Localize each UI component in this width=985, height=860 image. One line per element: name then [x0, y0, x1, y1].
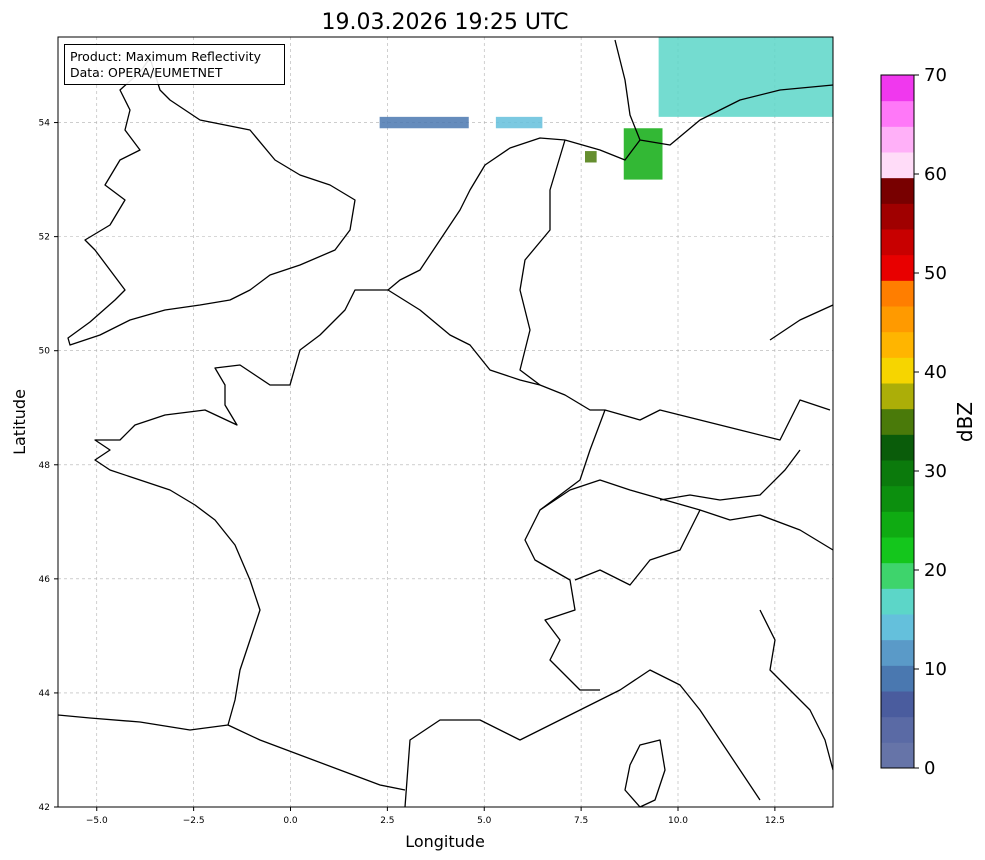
colorbar-swatch [881, 511, 914, 538]
colorbar-tick-label: 60 [924, 164, 947, 185]
colorbar-swatch [881, 665, 914, 692]
colorbar-swatch [881, 691, 914, 718]
radar-echo [658, 37, 833, 117]
x-tick-label: 10.0 [668, 816, 688, 826]
chart-title: 19.03.2026 19:25 UTC [322, 10, 569, 35]
x-tick-label: 12.5 [765, 816, 785, 826]
colorbar-tick-label: 70 [924, 65, 947, 86]
product-info-box: Product: Maximum Reflectivity Data: OPER… [64, 44, 285, 85]
product-info-line: Product: Maximum Reflectivity [70, 49, 262, 64]
colorbar-swatch [881, 152, 914, 179]
y-tick-label: 54 [39, 119, 51, 129]
colorbar-tick-label: 40 [924, 362, 947, 383]
map-background [58, 37, 833, 807]
radar-echo [585, 151, 597, 163]
colorbar-tick-label: 10 [924, 659, 947, 680]
colorbar-swatch [881, 75, 914, 102]
x-axis-label: Longitude [405, 832, 485, 851]
colorbar-swatch [881, 716, 914, 743]
colorbar-swatch [881, 639, 914, 666]
colorbar-ticks: 0 10 20 30 40 50 60 70 [914, 65, 947, 779]
colorbar-swatch [881, 126, 914, 153]
x-tick-label: 0.0 [283, 816, 298, 826]
colorbar-swatch [881, 408, 914, 435]
colorbar-swatch [881, 614, 914, 641]
x-tick-label: 7.5 [574, 816, 588, 826]
colorbar-tick-label: 30 [924, 461, 947, 482]
radar-echo [495, 116, 543, 129]
colorbar-swatch [881, 460, 914, 487]
x-tick-label: −5.0 [86, 816, 108, 826]
colorbar-swatch [881, 280, 914, 307]
colorbar-tick-label: 0 [924, 758, 935, 779]
y-axis-label: Latitude [10, 389, 29, 455]
data-source-line: Data: OPERA/EUMETNET [70, 65, 223, 80]
colorbar: 0 10 20 30 40 50 60 70 dBZ [880, 65, 977, 779]
y-axis-ticks: 42 44 46 48 50 52 54 [39, 119, 58, 813]
colorbar-swatch [881, 229, 914, 256]
y-tick-label: 48 [39, 461, 51, 471]
colorbar-swatch [881, 203, 914, 230]
colorbar-tick-label: 50 [924, 263, 947, 284]
colorbar-swatch [881, 588, 914, 615]
y-tick-label: 46 [39, 575, 51, 585]
colorbar-swatch [881, 742, 914, 769]
x-axis-ticks: −5.0 −2.5 0.0 2.5 5.0 7.5 10.0 12.5 [86, 807, 785, 826]
colorbar-swatch [881, 306, 914, 333]
colorbar-swatch [881, 331, 914, 358]
x-tick-label: 2.5 [380, 816, 394, 826]
colorbar-swatch [881, 254, 914, 281]
colorbar-swatches [881, 75, 914, 769]
x-tick-label: 5.0 [477, 816, 492, 826]
colorbar-swatch [881, 383, 914, 410]
map-panel [57, 36, 834, 808]
colorbar-swatch [881, 357, 914, 384]
colorbar-swatch [881, 537, 914, 564]
colorbar-tick-label: 20 [924, 560, 947, 581]
y-tick-label: 44 [39, 689, 51, 699]
radar-echo [379, 116, 469, 129]
colorbar-swatch [881, 485, 914, 512]
colorbar-swatch [881, 100, 914, 127]
y-tick-label: 52 [39, 233, 50, 243]
colorbar-swatch [881, 434, 914, 461]
colorbar-label: dBZ [953, 402, 977, 442]
y-tick-label: 50 [39, 347, 51, 357]
colorbar-swatch [881, 177, 914, 204]
x-tick-label: −2.5 [183, 816, 205, 826]
colorbar-swatch [881, 562, 914, 589]
y-tick-label: 42 [39, 803, 50, 813]
radar-map-figure: 19.03.2026 19:25 UTC −5.0 −2.5 0.0 2.5 5… [10, 10, 977, 851]
